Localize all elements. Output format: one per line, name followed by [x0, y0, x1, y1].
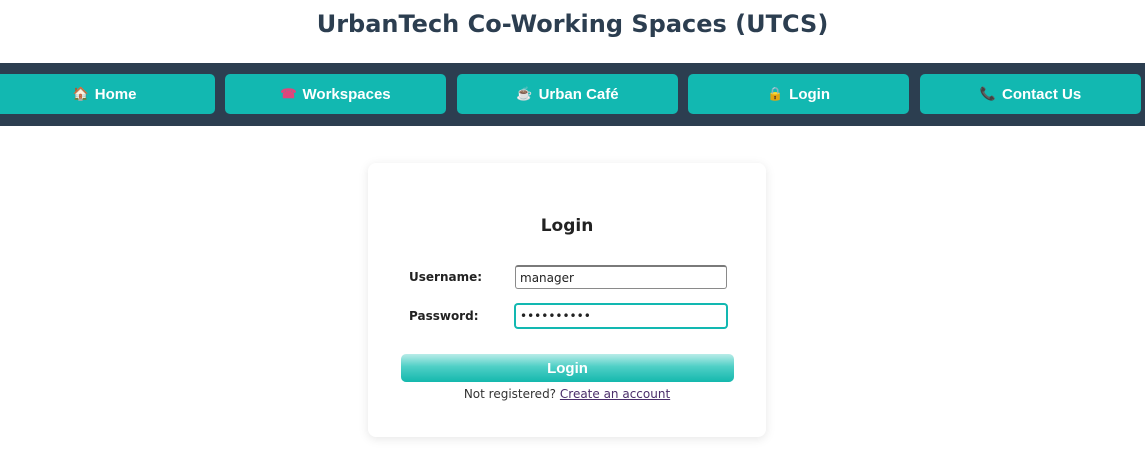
nav-workspaces-label: Workspaces	[302, 85, 391, 103]
nav-login-label: Login	[789, 85, 830, 103]
password-input[interactable]	[515, 304, 727, 328]
house-icon: 🏠	[72, 86, 89, 101]
phone-receiver-icon: 📞	[979, 86, 996, 101]
navbar: 🏠 Home ☎ Workspaces ☕ Urban Café 🔒 Login…	[0, 63, 1145, 126]
nav-cafe-button[interactable]: ☕ Urban Café	[457, 74, 678, 114]
username-label: Username:	[409, 270, 483, 284]
nav-cafe-label: Urban Café	[538, 85, 619, 103]
login-card: Login Username: Password: Login Not regi…	[368, 163, 766, 437]
username-input[interactable]	[515, 265, 727, 289]
coffee-icon: ☕	[516, 86, 533, 101]
nav-home-button[interactable]: 🏠 Home	[0, 74, 215, 114]
nav-home-label: Home	[94, 85, 137, 103]
nav-login-button[interactable]: 🔒 Login	[688, 74, 909, 114]
telephone-icon: ☎	[280, 86, 297, 101]
password-label: Password:	[409, 309, 479, 323]
site-title: UrbanTech Co-Working Spaces (UTCS)	[316, 10, 829, 38]
nav-workspaces-button[interactable]: ☎ Workspaces	[225, 74, 446, 114]
register-prompt-line: Not registered? Create an account	[368, 386, 766, 402]
login-submit-button[interactable]: Login	[401, 354, 734, 382]
lock-icon: 🔒	[766, 86, 784, 101]
login-title: Login	[540, 216, 594, 236]
nav-contact-button[interactable]: 📞 Contact Us	[920, 74, 1141, 114]
create-account-link[interactable]: Create an account	[560, 387, 670, 401]
nav-contact-label: Contact Us	[1002, 85, 1082, 103]
register-prompt-text: Not registered?	[463, 387, 557, 401]
